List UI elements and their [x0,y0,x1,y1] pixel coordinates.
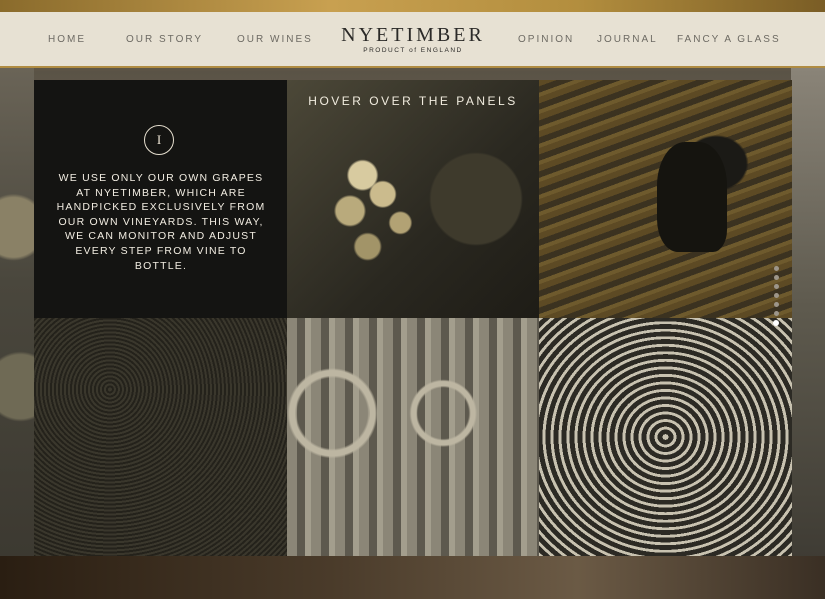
section-pager [773,266,781,330]
worker-silhouette [657,142,727,252]
site-logo[interactable]: NYETIMBER PRODUCT of ENGLAND [333,24,493,54]
panel-description: WE USE ONLY OUR OWN GRAPES AT NYETIMBER,… [56,172,266,272]
site-header: HOME OUR STORY OUR WINES NYETIMBER PRODU… [0,12,825,68]
pager-dot[interactable] [774,266,779,271]
nav-home[interactable]: HOME [48,34,86,45]
logo-tagline: PRODUCT of ENGLAND [363,47,463,54]
panel-vineyard-worker-photo[interactable] [539,80,792,318]
pager-dot[interactable] [774,311,779,316]
top-gold-strip [0,0,825,12]
background-photo-left [0,68,34,599]
panel-grapes-photo[interactable] [287,80,539,318]
pager-dot[interactable] [774,302,779,307]
panel-tanks-photo[interactable] [287,318,539,556]
step-numeral: I [144,125,174,155]
nav-our-wines[interactable]: OUR WINES [237,34,313,45]
pager-dot[interactable] [774,275,779,280]
pager-dot[interactable] [774,293,779,298]
panel-bottles-photo[interactable] [539,318,792,556]
hover-hint: HOVER OVER THE PANELS [308,94,518,108]
panel-soil-photo[interactable] [34,318,287,556]
step-numeral-text: I [156,132,162,147]
pager-dot[interactable] [773,320,779,326]
background-photo-right [791,68,825,599]
nav-our-story[interactable]: OUR STORY [126,34,203,45]
pager-dot[interactable] [774,284,779,289]
nav-opinion[interactable]: OPINION [518,34,574,45]
logo-wordmark: NYETIMBER [341,24,485,46]
background-photo-bottom [0,556,825,599]
nav-journal[interactable]: JOURNAL [597,34,658,45]
nav-fancy-a-glass[interactable]: FANCY A GLASS [677,34,781,45]
